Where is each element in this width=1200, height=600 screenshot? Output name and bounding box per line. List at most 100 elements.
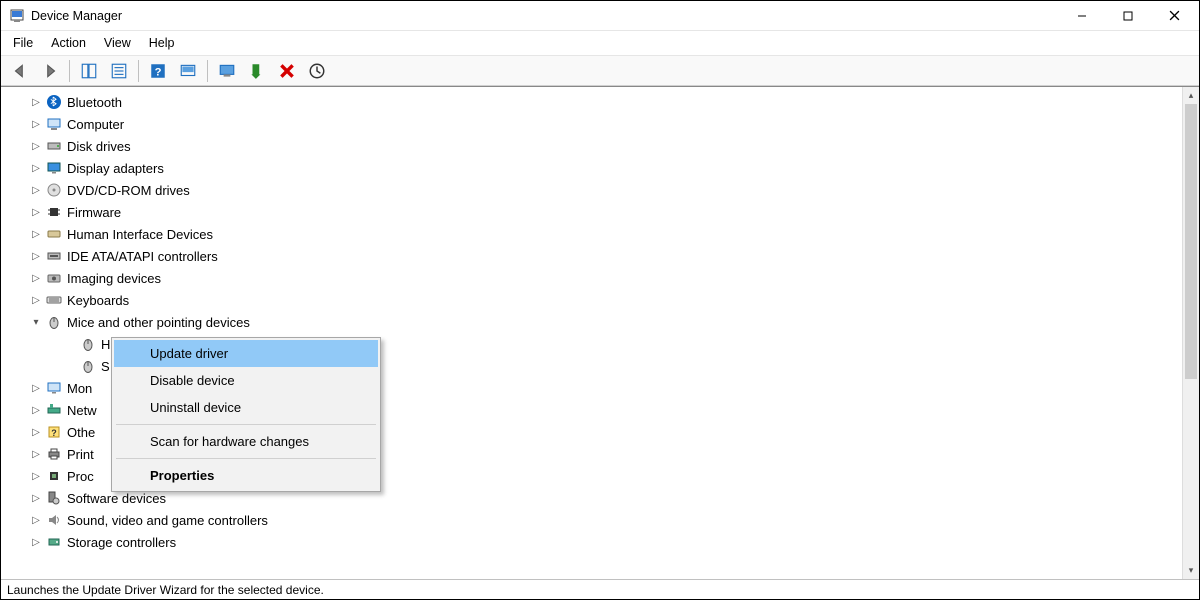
tree-label: Mice and other pointing devices bbox=[67, 315, 250, 330]
tree-node-storage[interactable]: ▷ Storage controllers bbox=[7, 531, 1182, 553]
scroll-thumb[interactable] bbox=[1185, 104, 1197, 379]
enable-device-button[interactable] bbox=[303, 59, 331, 83]
sound-icon bbox=[45, 512, 63, 528]
context-separator bbox=[116, 458, 376, 459]
storage-icon bbox=[45, 534, 63, 550]
tree-node-disk[interactable]: ▷ Disk drives bbox=[7, 135, 1182, 157]
chip-icon bbox=[45, 204, 63, 220]
tree-node-display[interactable]: ▷ Display adapters bbox=[7, 157, 1182, 179]
mouse-icon bbox=[79, 336, 97, 352]
software-icon bbox=[45, 490, 63, 506]
show-hide-console-button[interactable] bbox=[75, 59, 103, 83]
properties-button[interactable] bbox=[105, 59, 133, 83]
expand-icon[interactable]: ▷ bbox=[29, 139, 43, 153]
expand-icon[interactable]: ▷ bbox=[29, 293, 43, 307]
menu-action[interactable]: Action bbox=[43, 33, 94, 53]
expand-icon[interactable]: ▷ bbox=[29, 95, 43, 109]
expand-icon[interactable]: ▷ bbox=[29, 425, 43, 439]
tree-label: Netw bbox=[67, 403, 97, 418]
collapse-icon[interactable]: ▾ bbox=[29, 315, 43, 329]
scroll-up-button[interactable]: ▴ bbox=[1183, 87, 1199, 104]
camera-icon bbox=[45, 270, 63, 286]
app-icon bbox=[9, 8, 25, 24]
monitor-icon bbox=[45, 380, 63, 396]
tree-label: DVD/CD-ROM drives bbox=[67, 183, 190, 198]
printer-icon bbox=[45, 446, 63, 462]
tree-node-dvd[interactable]: ▷ DVD/CD-ROM drives bbox=[7, 179, 1182, 201]
disable-device-button[interactable] bbox=[243, 59, 271, 83]
context-update-driver[interactable]: Update driver bbox=[114, 340, 378, 367]
mouse-icon bbox=[79, 358, 97, 374]
expand-icon[interactable]: ▷ bbox=[29, 381, 43, 395]
tree-label: Disk drives bbox=[67, 139, 131, 154]
mouse-icon bbox=[45, 314, 63, 330]
content-area: ▷ Bluetooth ▷ Computer ▷ Disk drives ▷ D… bbox=[1, 86, 1199, 579]
scroll-down-button[interactable]: ▾ bbox=[1183, 562, 1199, 579]
menu-file[interactable]: File bbox=[5, 33, 41, 53]
tree-label: Print bbox=[67, 447, 94, 462]
expand-icon[interactable]: ▷ bbox=[29, 491, 43, 505]
tree-label: Bluetooth bbox=[67, 95, 122, 110]
help-button[interactable]: ? bbox=[144, 59, 172, 83]
menubar: File Action View Help bbox=[1, 31, 1199, 56]
vertical-scrollbar[interactable]: ▴ ▾ bbox=[1182, 87, 1199, 579]
forward-button[interactable] bbox=[36, 59, 64, 83]
tree-label: Proc bbox=[67, 469, 94, 484]
hid-icon bbox=[45, 226, 63, 242]
uninstall-device-button[interactable] bbox=[273, 59, 301, 83]
expand-icon[interactable]: ▷ bbox=[29, 271, 43, 285]
tree-label: Human Interface Devices bbox=[67, 227, 213, 242]
tree-node-mice[interactable]: ▾ Mice and other pointing devices bbox=[7, 311, 1182, 333]
statusbar-text: Launches the Update Driver Wizard for th… bbox=[7, 583, 324, 597]
context-separator bbox=[116, 424, 376, 425]
device-tree[interactable]: ▷ Bluetooth ▷ Computer ▷ Disk drives ▷ D… bbox=[1, 87, 1182, 579]
expand-icon[interactable]: ▷ bbox=[29, 447, 43, 461]
expand-icon[interactable]: ▷ bbox=[29, 249, 43, 263]
expand-icon[interactable]: ▷ bbox=[29, 469, 43, 483]
tree-node-ide[interactable]: ▷ IDE ATA/ATAPI controllers bbox=[7, 245, 1182, 267]
tree-label: Firmware bbox=[67, 205, 121, 220]
expand-icon[interactable]: ▷ bbox=[29, 513, 43, 527]
processor-icon bbox=[45, 468, 63, 484]
expand-icon[interactable]: ▷ bbox=[29, 183, 43, 197]
menu-view[interactable]: View bbox=[96, 33, 139, 53]
context-properties[interactable]: Properties bbox=[114, 462, 378, 489]
context-disable-device[interactable]: Disable device bbox=[114, 367, 378, 394]
tree-node-hid[interactable]: ▷ Human Interface Devices bbox=[7, 223, 1182, 245]
titlebar: Device Manager bbox=[1, 1, 1199, 31]
dvd-icon bbox=[45, 182, 63, 198]
maximize-button[interactable] bbox=[1105, 1, 1151, 31]
tree-label: Display adapters bbox=[67, 161, 164, 176]
other-icon: ? bbox=[45, 424, 63, 440]
toolbar-separator bbox=[207, 60, 208, 82]
tree-label: Mon bbox=[67, 381, 92, 396]
tree-label: Computer bbox=[67, 117, 124, 132]
update-driver-button[interactable] bbox=[213, 59, 241, 83]
toolbar-separator bbox=[138, 60, 139, 82]
back-button[interactable] bbox=[6, 59, 34, 83]
close-button[interactable] bbox=[1151, 1, 1197, 31]
expand-icon[interactable]: ▷ bbox=[29, 205, 43, 219]
expand-icon[interactable]: ▷ bbox=[29, 403, 43, 417]
tree-node-imaging[interactable]: ▷ Imaging devices bbox=[7, 267, 1182, 289]
window-controls bbox=[1059, 1, 1197, 31]
expand-icon[interactable]: ▷ bbox=[29, 227, 43, 241]
expand-icon[interactable]: ▷ bbox=[29, 117, 43, 131]
scan-hardware-button[interactable] bbox=[174, 59, 202, 83]
network-icon bbox=[45, 402, 63, 418]
expand-icon[interactable]: ▷ bbox=[29, 161, 43, 175]
tree-node-sound[interactable]: ▷ Sound, video and game controllers bbox=[7, 509, 1182, 531]
minimize-button[interactable] bbox=[1059, 1, 1105, 31]
tree-node-firmware[interactable]: ▷ Firmware bbox=[7, 201, 1182, 223]
statusbar: Launches the Update Driver Wizard for th… bbox=[1, 579, 1199, 599]
tree-node-keyboards[interactable]: ▷ Keyboards bbox=[7, 289, 1182, 311]
scroll-track[interactable] bbox=[1183, 104, 1199, 562]
context-uninstall-device[interactable]: Uninstall device bbox=[114, 394, 378, 421]
context-scan-hardware[interactable]: Scan for hardware changes bbox=[114, 428, 378, 455]
tree-label: Othe bbox=[67, 425, 95, 440]
tree-node-bluetooth[interactable]: ▷ Bluetooth bbox=[7, 91, 1182, 113]
tree-node-computer[interactable]: ▷ Computer bbox=[7, 113, 1182, 135]
toolbar: ? bbox=[1, 56, 1199, 86]
menu-help[interactable]: Help bbox=[141, 33, 183, 53]
expand-icon[interactable]: ▷ bbox=[29, 535, 43, 549]
